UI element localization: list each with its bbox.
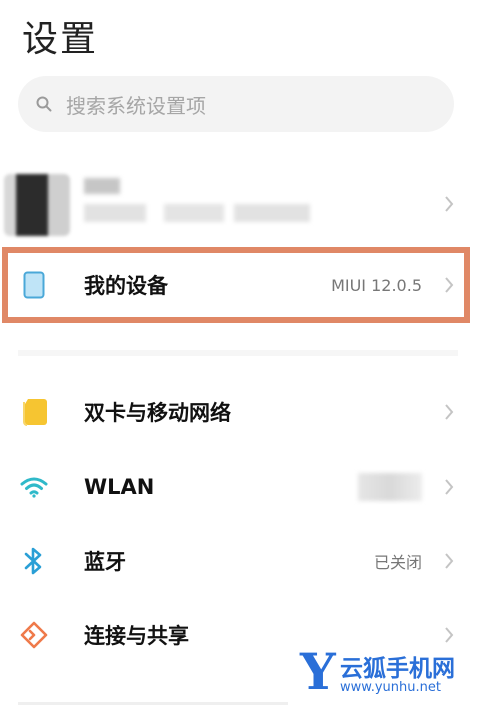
wifi-icon: [20, 477, 48, 498]
bottom-divider: [18, 702, 288, 705]
sim-network-row[interactable]: 双卡与移动网络: [0, 380, 478, 444]
bluetooth-status: 已关闭: [373, 553, 422, 572]
chevron-right-icon: [445, 404, 454, 420]
wlan-network-redacted: [358, 473, 422, 501]
page-title: 设置: [22, 19, 99, 60]
chevron-right-icon: [445, 553, 454, 569]
connection-share-label: 连接与共享: [84, 624, 189, 648]
wlan-row[interactable]: WLAN: [0, 455, 478, 519]
avatar: [4, 174, 70, 236]
bluetooth-icon: [24, 547, 42, 575]
sim-network-label: 双卡与移动网络: [84, 401, 231, 425]
sim-card-icon: [23, 399, 47, 426]
my-device-row[interactable]: 我的设备 MIUI 12.0.5: [0, 253, 478, 317]
watermark-letter: Y: [300, 642, 336, 701]
search-icon: [36, 96, 52, 112]
bluetooth-row[interactable]: 蓝牙 已关闭: [0, 529, 478, 593]
watermark-logo: Y 云狐手机网 www.yunhu.net: [298, 645, 478, 707]
my-device-version: MIUI 12.0.5: [331, 275, 422, 295]
device-icon: [23, 271, 45, 299]
chevron-right-icon: [445, 277, 454, 293]
connection-share-icon: [20, 621, 48, 649]
account-name-redacted: [84, 178, 120, 194]
my-device-label: 我的设备: [84, 274, 168, 298]
watermark-url: www.yunhu.net: [340, 680, 441, 695]
account-detail-redacted: [84, 204, 310, 222]
chevron-right-icon: [445, 479, 454, 495]
search-bar[interactable]: 搜索系统设置项: [18, 76, 454, 132]
bluetooth-label: 蓝牙: [84, 550, 126, 574]
account-row[interactable]: [0, 160, 478, 248]
chevron-right-icon: [445, 196, 454, 212]
section-divider: [18, 350, 458, 356]
search-placeholder: 搜索系统设置项: [66, 93, 206, 118]
wlan-label: WLAN: [84, 475, 155, 499]
chevron-right-icon: [445, 627, 454, 643]
watermark-name: 云狐手机网: [340, 656, 455, 682]
